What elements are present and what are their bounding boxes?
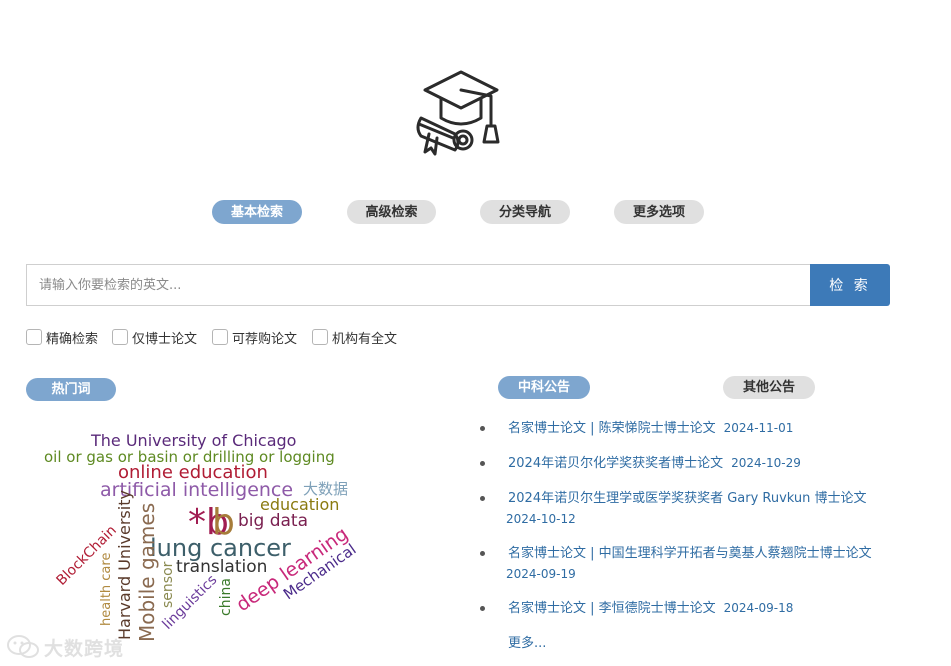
checkbox[interactable] [212, 329, 228, 345]
hotword[interactable]: big data [238, 511, 308, 531]
bullet-icon [480, 606, 485, 611]
tab-other-announcements[interactable]: 其他公告 [723, 376, 815, 399]
list-item[interactable]: 2024年诺贝尔化学奖获奖者博士论文 2024-10-29 [480, 453, 900, 474]
list-item[interactable]: 名家博士论文 | 陈荣悌院士博士论文 2024-11-01 [480, 418, 900, 439]
hotword[interactable]: Harvard University [115, 490, 134, 640]
hotword[interactable]: translation [176, 557, 267, 577]
hotword[interactable]: Mobile games [135, 503, 159, 642]
option-recommendable[interactable]: 可荐购论文 [212, 327, 297, 347]
hotwords-label: 热门词 [26, 378, 116, 401]
tab-advanced-search[interactable]: 高级检索 [347, 200, 436, 224]
watermark-text: 大数跨境 [44, 637, 125, 660]
checkbox[interactable] [312, 329, 328, 345]
search-button[interactable]: 检 索 [810, 264, 890, 306]
bullet-icon [480, 496, 485, 501]
tab-more-options[interactable]: 更多选项 [614, 200, 704, 224]
hotword[interactable]: health care [99, 553, 114, 626]
graduation-cap-logo-icon [411, 68, 503, 160]
checkbox[interactable] [112, 329, 128, 345]
more-announcements-link[interactable]: 更多... [508, 632, 546, 651]
hotword[interactable]: sensor [160, 561, 176, 608]
bullet-icon [480, 426, 485, 431]
option-fulltext[interactable]: 机构有全文 [312, 327, 397, 347]
option-phd-only[interactable]: 仅博士论文 [112, 327, 197, 347]
list-item[interactable]: 2024年诺贝尔生理学或医学奖获奖者 Gary Ruvkun 博士论文2024-… [480, 488, 900, 530]
tab-zhongke-announcements[interactable]: 中科公告 [498, 376, 590, 399]
watermark: 大数跨境 [6, 633, 124, 661]
option-exact-search[interactable]: 精确检索 [26, 327, 98, 347]
tab-basic-search[interactable]: 基本检索 [212, 200, 302, 224]
search-mode-tabs: 基本检索 高级检索 分类导航 更多选项 [0, 200, 951, 226]
bullet-icon [480, 461, 485, 466]
tab-category-nav[interactable]: 分类导航 [480, 200, 570, 224]
bullet-icon [480, 551, 485, 556]
wechat-icon [7, 635, 39, 658]
hotword[interactable]: china [218, 578, 234, 616]
checkbox[interactable] [26, 329, 42, 345]
hotword-cloud: The University of Chicago oil or gas or … [30, 420, 470, 660]
list-item[interactable]: 名家博士论文 | 李恒德院士博士论文 2024-09-18 [480, 598, 900, 619]
search-input[interactable] [26, 264, 811, 306]
list-item[interactable]: 名家博士论文 | 中国生理科学开拓者与奠基人蔡翘院士博士论文2024-09-19 [480, 543, 900, 585]
